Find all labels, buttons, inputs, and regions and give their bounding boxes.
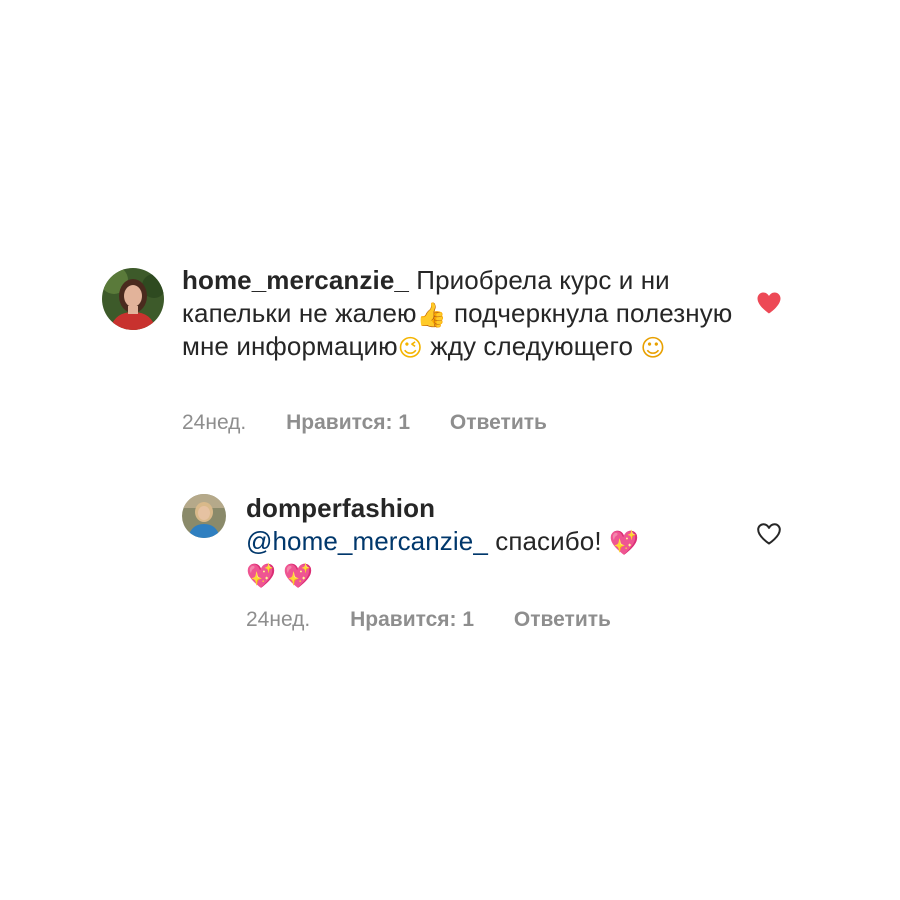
- mention-link[interactable]: @home_mercanzie_: [246, 526, 488, 556]
- likes-count[interactable]: Нравится: 1: [350, 608, 474, 632]
- comment-meta: 24нед. Нравится: 1 Ответить: [246, 608, 611, 632]
- comment-time: 24нед.: [246, 608, 311, 631]
- reply-button[interactable]: Ответить: [450, 411, 547, 435]
- likes-count[interactable]: Нравится: 1: [286, 411, 410, 435]
- reply-button[interactable]: Ответить: [514, 608, 611, 632]
- sparkling-heart-emoji: 💖: [283, 562, 314, 590]
- avatar[interactable]: [182, 494, 226, 538]
- avatar[interactable]: [102, 268, 164, 330]
- heart-filled-icon[interactable]: [756, 291, 782, 315]
- comment-username[interactable]: home_mercanzie_: [182, 265, 409, 295]
- comment-thread: home_mercanzie_ Приобрела курс и ни капе…: [0, 0, 900, 900]
- profile-photo-icon: [102, 268, 164, 330]
- smile-emoji: ☺: [640, 334, 666, 362]
- heart-outline-icon[interactable]: [756, 522, 782, 546]
- comment-username[interactable]: domperfashion: [246, 493, 435, 523]
- heart-shape: [757, 523, 781, 545]
- comment-time: 24нед.: [182, 411, 247, 434]
- comment-body: domperfashion @home_mercanzie_ спасибо! …: [246, 492, 706, 591]
- profile-photo-icon: [182, 494, 226, 538]
- comment-body: home_mercanzie_ Приобрела курс и ни капе…: [182, 264, 742, 363]
- comment-meta: 24нед. Нравится: 1 Ответить: [182, 411, 547, 435]
- comment-text: спасибо!: [487, 526, 609, 556]
- comment-text: жду следующего: [422, 331, 641, 361]
- sparkling-heart-emoji: 💖: [608, 529, 639, 557]
- wink-emoji: 😉: [397, 334, 423, 362]
- heart-shape: [757, 292, 781, 314]
- sparkling-heart-emoji: 💖: [246, 562, 276, 590]
- thumbs-up-emoji: 👍: [416, 301, 447, 329]
